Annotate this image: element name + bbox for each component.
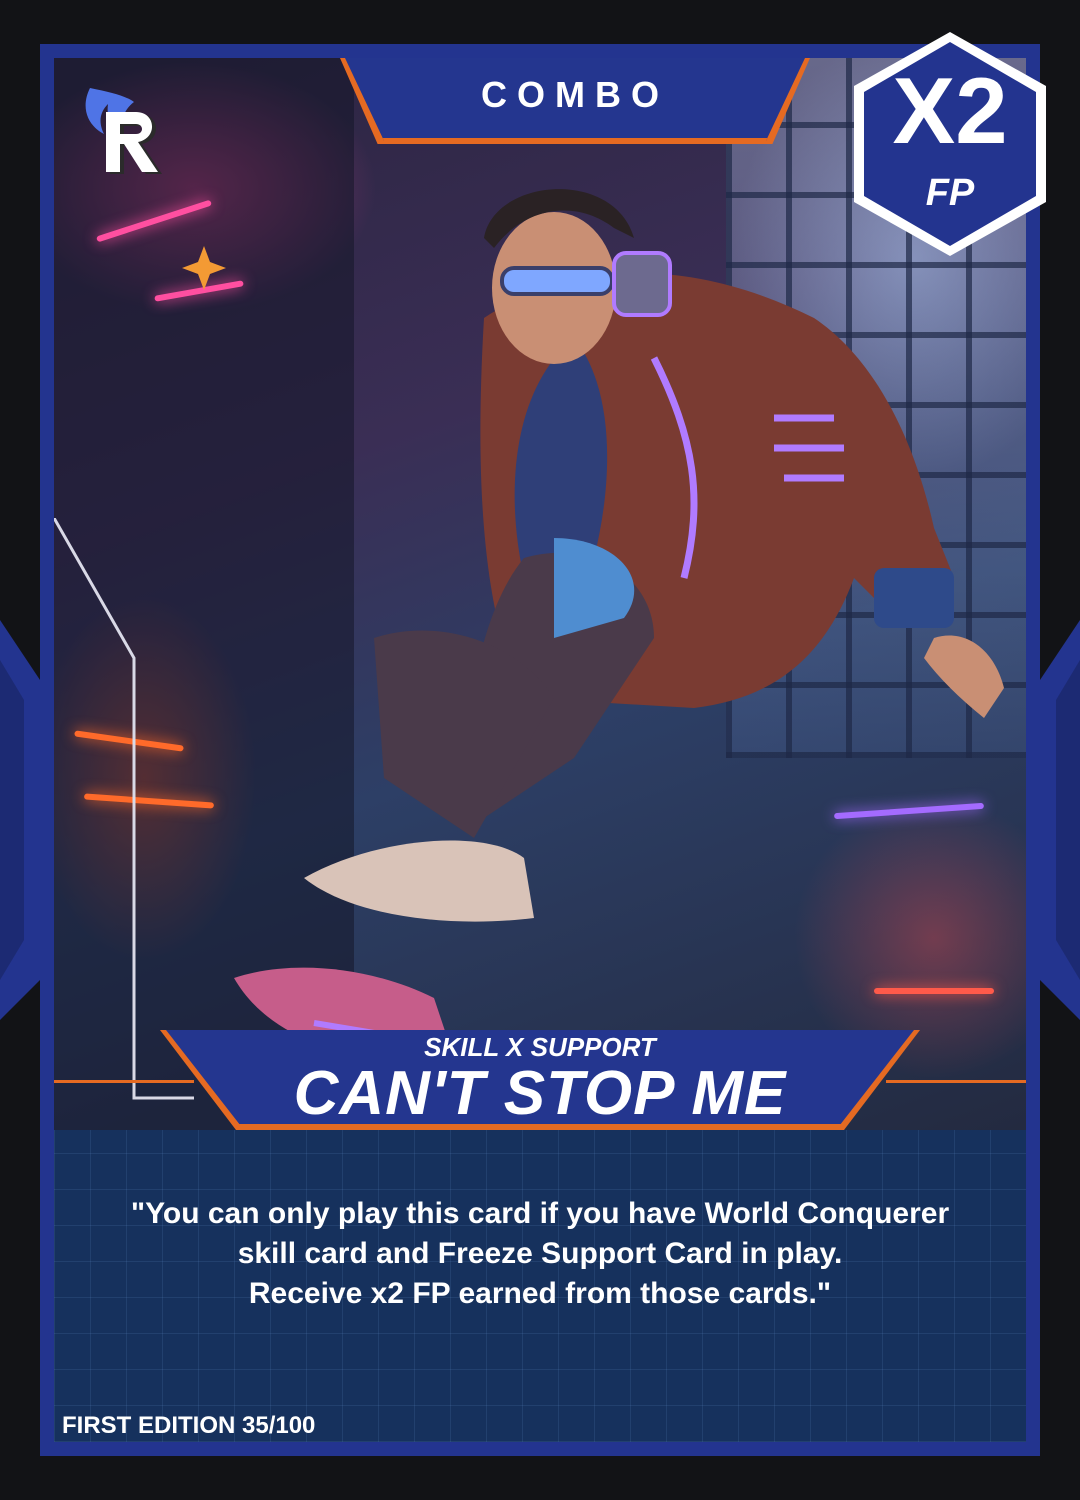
fp-multiplier-unit: FP bbox=[925, 172, 975, 214]
flame-r-logo-icon bbox=[85, 88, 162, 174]
card-description: "You can only play this card if you have… bbox=[130, 1197, 950, 1310]
fp-multiplier-value: X2 bbox=[892, 58, 1008, 163]
card-name: CAN'T STOP ME bbox=[293, 1059, 787, 1128]
game-card[interactable]: COMBO X2 FP SKILL X SUPPORT CAN'T STOP M… bbox=[40, 32, 1046, 1456]
card-type-label: COMBO bbox=[481, 74, 669, 115]
edition-label: FIRST EDITION 35/100 bbox=[62, 1412, 316, 1439]
